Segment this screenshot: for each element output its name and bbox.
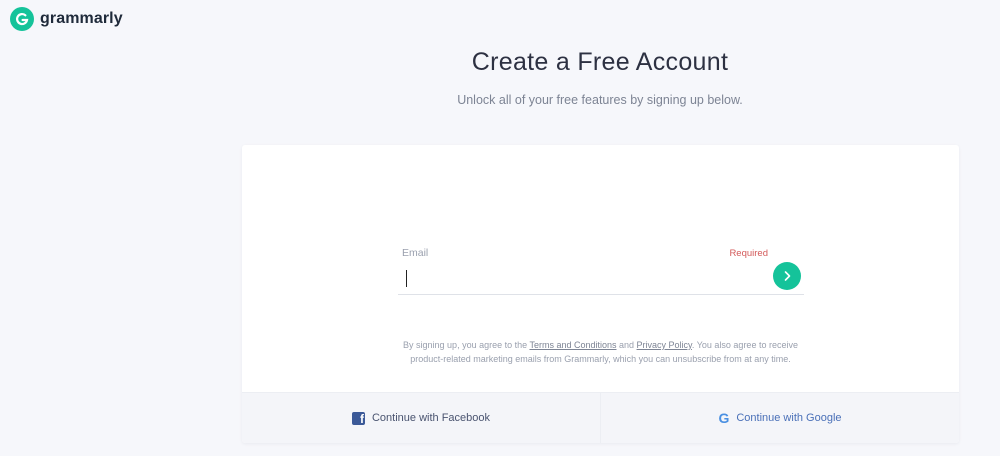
terms-line-2: product-related marketing emails from Gr… [410, 354, 791, 364]
continue-with-google-button[interactable]: G Continue with Google [600, 393, 959, 443]
terms-and-conditions-link[interactable]: Terms and Conditions [529, 340, 616, 350]
terms-suffix-text: . You also agree to receive [691, 340, 798, 350]
privacy-policy-link[interactable]: Privacy Policy [637, 340, 692, 350]
signup-card: Email Required By signing up, you agree … [242, 145, 959, 443]
terms-prefix-text: By signing up, you agree to the [403, 340, 530, 350]
continue-with-facebook-button[interactable]: f Continue with Facebook [242, 393, 600, 443]
google-icon: G [718, 410, 730, 426]
google-button-label: Continue with Google [736, 412, 842, 424]
facebook-icon: f [351, 411, 365, 425]
grammarly-logo[interactable]: grammarly [10, 7, 123, 31]
terms-notice: By signing up, you agree to the Terms an… [242, 338, 959, 366]
page-subtitle: Unlock all of your free features by sign… [457, 93, 743, 107]
continue-button[interactable] [773, 262, 801, 290]
chevron-right-icon [781, 270, 793, 282]
brand-name: grammarly [40, 10, 123, 27]
terms-and-text: and [616, 340, 637, 350]
facebook-button-label: Continue with Facebook [371, 412, 490, 424]
text-caret [406, 270, 407, 287]
grammarly-logo-icon [10, 7, 34, 31]
page-title: Create a Free Account [471, 48, 729, 76]
required-indicator: Required [729, 248, 768, 259]
social-login-bar: f Continue with Facebook G Continue with… [242, 392, 959, 443]
email-input[interactable] [398, 265, 804, 295]
email-label: Email [402, 247, 429, 259]
